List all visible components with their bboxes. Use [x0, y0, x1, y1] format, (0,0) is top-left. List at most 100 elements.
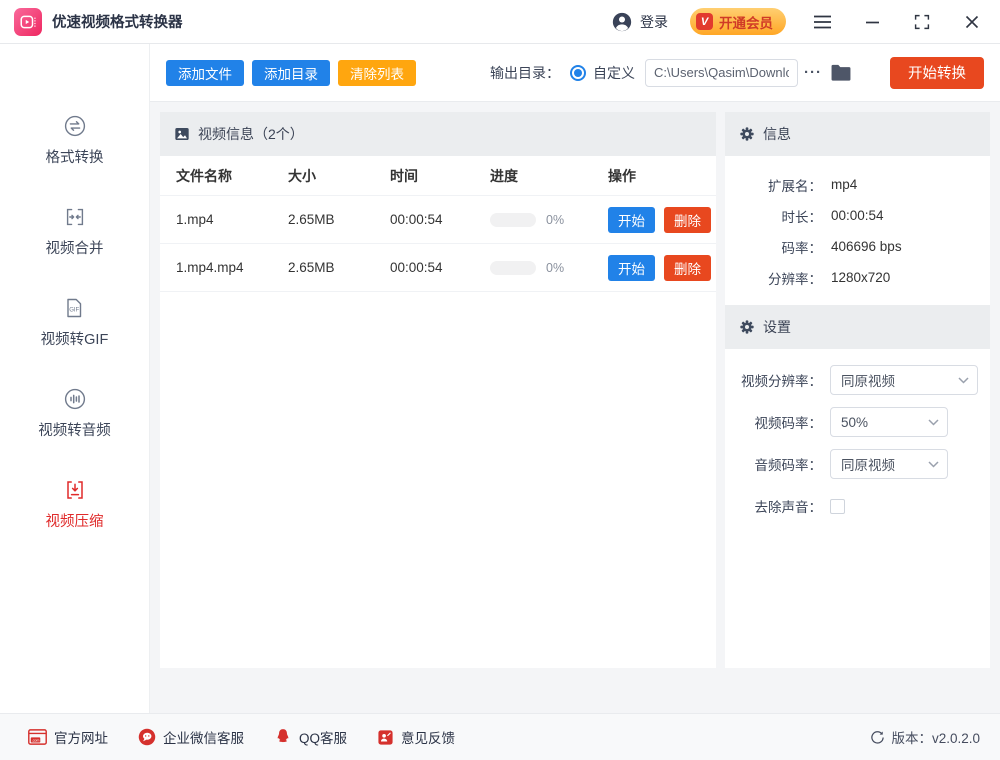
row-start-button[interactable]: 开始: [608, 207, 655, 233]
settings-panel-title: 设置: [763, 317, 791, 337]
progress-bar: [490, 213, 536, 227]
setting-label: 视频码率：: [725, 412, 822, 432]
setting-row: 视频码率： 50%: [725, 407, 990, 437]
sidebar: 格式转换 视频合并 GIF 视频转GIF 视频转音频 视频压缩: [0, 44, 150, 713]
format-convert-icon: [63, 114, 87, 138]
audio-bitrate-select[interactable]: 同原视频: [830, 449, 948, 479]
qq-icon: [274, 728, 292, 746]
sidebar-item-video-compress[interactable]: 视频压缩: [46, 478, 104, 531]
setting-label: 去除声音：: [725, 496, 822, 516]
progress-cell: 0%: [490, 261, 608, 275]
login-button[interactable]: 登录: [611, 11, 668, 33]
open-folder-button[interactable]: [830, 64, 852, 82]
version-label: 版本：v2.0.2.0: [891, 727, 980, 747]
content-area: 添加文件 添加目录 清除列表 输出目录： 自定义 ··· 开始转换: [150, 44, 1000, 713]
setting-label: 音频码率：: [725, 454, 822, 474]
add-directory-button[interactable]: 添加目录: [252, 60, 330, 86]
sidebar-item-label: 格式转换: [46, 146, 104, 167]
footer-link-label: QQ客服: [299, 727, 347, 747]
custom-radio[interactable]: [570, 65, 586, 81]
progress-label: 0%: [546, 213, 564, 227]
video-compress-icon: [63, 478, 87, 502]
sidebar-item-label: 视频压缩: [46, 510, 104, 531]
setting-row: 音频码率： 同原视频: [725, 449, 990, 479]
open-vip-button[interactable]: V 开通会员: [690, 8, 786, 35]
info-value: 406696 bps: [831, 239, 902, 254]
info-settings-panel: 信息 扩展名： mp4 时长： 00:00:54 码率： 406696 bps …: [725, 112, 990, 668]
update-refresh-icon[interactable]: [870, 730, 885, 745]
svg-text:GIF: GIF: [70, 308, 80, 314]
output-directory-group: 输出目录： 自定义 ···: [490, 59, 852, 87]
sidebar-item-video-merge[interactable]: 视频合并: [46, 205, 104, 258]
select-value: 同原视频: [841, 370, 895, 390]
wechat-support-link[interactable]: 企业微信客服: [138, 727, 244, 747]
info-value: mp4: [831, 177, 857, 192]
info-label: 时长：: [725, 206, 822, 226]
file-size: 2.65MB: [288, 212, 390, 227]
official-website-link[interactable]: .com 官方网址: [28, 727, 108, 747]
minimize-button[interactable]: [858, 8, 886, 36]
browse-more-button[interactable]: ···: [804, 64, 822, 81]
file-panel-header: 视频信息（2个）: [160, 112, 716, 156]
app-logo-icon: [14, 8, 42, 36]
col-size: 大小: [288, 166, 390, 186]
video-info-icon: [174, 126, 190, 142]
video-merge-icon: [63, 205, 87, 229]
table-row: 1.mp4 2.65MB 00:00:54 0% 开始 删除: [160, 196, 716, 244]
file-time: 00:00:54: [390, 212, 490, 227]
setting-label: 视频分辨率：: [725, 370, 822, 390]
setting-row: 去除声音：: [725, 491, 990, 521]
operations-cell: 开始 删除: [608, 255, 716, 281]
info-row: 分辨率： 1280x720: [725, 262, 990, 293]
login-label: 登录: [640, 12, 668, 32]
file-time: 00:00:54: [390, 260, 490, 275]
titlebar: 优速视频格式转换器 登录 V 开通会员: [0, 0, 1000, 44]
info-panel-header: 信息: [725, 112, 990, 156]
settings-fields: 视频分辨率： 同原视频 视频码率： 50%: [725, 349, 990, 521]
row-delete-button[interactable]: 删除: [664, 255, 711, 281]
clear-list-button[interactable]: 清除列表: [338, 60, 416, 86]
col-filename: 文件名称: [176, 166, 288, 186]
file-panel-title: 视频信息（2个）: [198, 124, 304, 144]
remove-audio-checkbox[interactable]: [830, 499, 845, 514]
video-resolution-select[interactable]: 同原视频: [830, 365, 978, 395]
info-value: 00:00:54: [831, 208, 884, 223]
info-label: 分辨率：: [725, 268, 822, 288]
qq-support-link[interactable]: QQ客服: [274, 727, 347, 747]
sidebar-item-label: 视频转音频: [38, 419, 111, 440]
menu-button[interactable]: [808, 8, 836, 36]
col-operation: 操作: [608, 166, 716, 186]
feedback-icon: [377, 729, 394, 746]
chevron-down-icon: [958, 377, 969, 384]
info-row: 时长： 00:00:54: [725, 200, 990, 231]
row-delete-button[interactable]: 删除: [664, 207, 711, 233]
website-icon: .com: [28, 729, 47, 745]
add-file-button[interactable]: 添加文件: [166, 60, 244, 86]
info-label: 码率：: [725, 237, 822, 257]
footer-link-label: 企业微信客服: [163, 727, 244, 747]
row-start-button[interactable]: 开始: [608, 255, 655, 281]
footer: .com 官方网址 企业微信客服 QQ客服 意见反馈: [0, 713, 1000, 760]
file-list-panel: 视频信息（2个） 文件名称 大小 时间 进度 操作 1.mp4 2.65MB 0…: [160, 112, 716, 668]
workarea: 视频信息（2个） 文件名称 大小 时间 进度 操作 1.mp4 2.65MB 0…: [150, 102, 1000, 713]
operations-cell: 开始 删除: [608, 207, 716, 233]
gear-icon: [739, 126, 755, 142]
output-path-input[interactable]: [645, 59, 798, 87]
user-avatar-icon: [611, 11, 633, 33]
output-directory-label: 输出目录：: [490, 63, 560, 83]
start-convert-button[interactable]: 开始转换: [890, 57, 984, 89]
feedback-link[interactable]: 意见反馈: [377, 727, 455, 747]
col-progress: 进度: [490, 166, 608, 186]
info-panel-title: 信息: [763, 124, 791, 144]
file-size: 2.65MB: [288, 260, 390, 275]
select-value: 同原视频: [841, 454, 895, 474]
svg-text:.com: .com: [32, 738, 40, 742]
close-button[interactable]: [958, 8, 986, 36]
maximize-button[interactable]: [908, 8, 936, 36]
video-bitrate-select[interactable]: 50%: [830, 407, 948, 437]
sidebar-item-video-to-audio[interactable]: 视频转音频: [38, 387, 111, 440]
sidebar-item-format-convert[interactable]: 格式转换: [46, 114, 104, 167]
progress-label: 0%: [546, 261, 564, 275]
setting-row: 视频分辨率： 同原视频: [725, 365, 990, 395]
sidebar-item-video-to-gif[interactable]: GIF 视频转GIF: [41, 296, 109, 349]
